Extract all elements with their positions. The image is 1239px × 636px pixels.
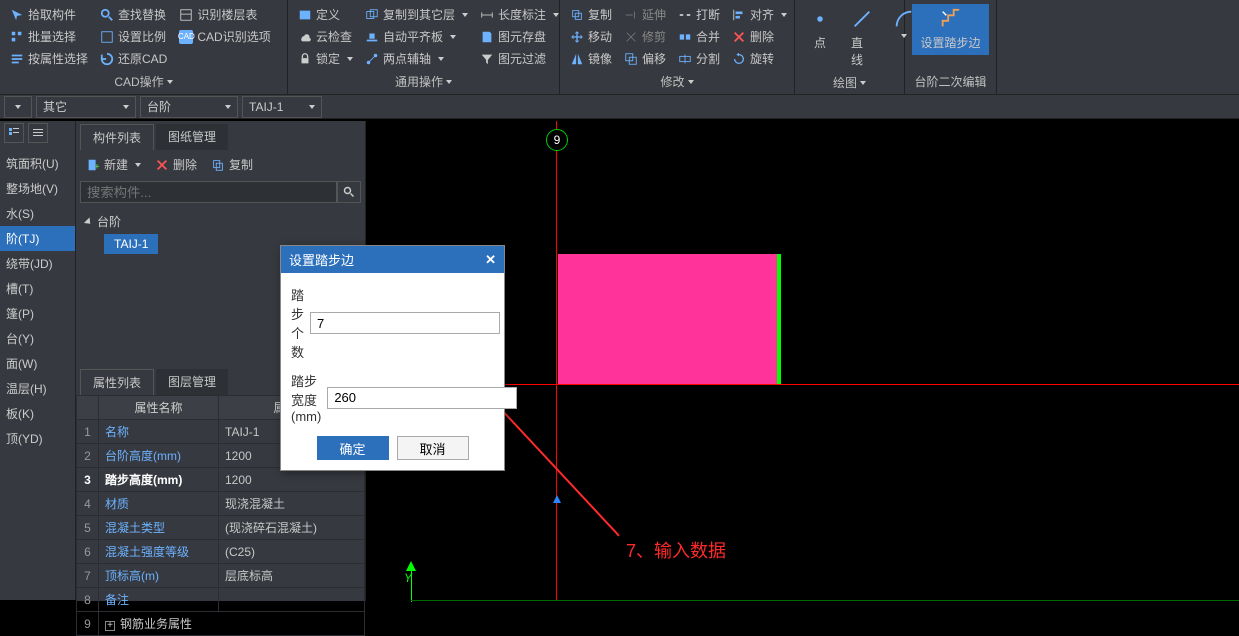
- step-width-label: 踏步宽度(mm): [291, 371, 321, 424]
- dimlen-btn[interactable]: 长度标注: [476, 4, 563, 25]
- move-btn[interactable]: 移动: [566, 26, 616, 47]
- y-label: Y: [404, 571, 412, 585]
- comp-new-btn[interactable]: 新建: [82, 154, 145, 175]
- category-bar: 其它 台阶 TAIJ-1: [0, 95, 1239, 119]
- group-general-label: 通用操作: [395, 73, 443, 90]
- dialog-title-text: 设置踏步边: [289, 250, 354, 269]
- group-modify-label: 修改: [660, 73, 684, 90]
- step-width-input[interactable]: [327, 387, 517, 409]
- rail-item[interactable]: 篷(P): [0, 301, 75, 326]
- byprop-btn[interactable]: 按属性选择: [6, 48, 92, 69]
- split-btn[interactable]: 分割: [674, 48, 724, 69]
- delete-btn[interactable]: 删除: [728, 26, 791, 47]
- pick-btn[interactable]: 拾取构件: [6, 4, 92, 25]
- rail-item[interactable]: 顶(YD): [0, 426, 75, 451]
- combo-type[interactable]: 台阶: [140, 96, 238, 118]
- step-count-label: 踏步个数: [291, 285, 304, 361]
- recog-btn[interactable]: 识别楼层表: [175, 4, 274, 25]
- rail-items: 筑面积(U) 整场地(V) 水(S) 阶(TJ) 绕带(JD) 槽(T) 篷(P…: [0, 151, 75, 451]
- prop-row[interactable]: 7顶标高(m)层底标高: [77, 564, 365, 588]
- left-category-rail: 筑面积(U) 整场地(V) 水(S) 阶(TJ) 绕带(JD) 槽(T) 篷(P…: [0, 121, 76, 600]
- scale-btn[interactable]: 设置比例: [96, 26, 171, 47]
- prop-row[interactable]: 5混凝土类型(现浇碎石混凝土): [77, 516, 365, 540]
- cursor-indicator: [553, 492, 561, 500]
- copyfloor-btn[interactable]: 复制到其它层: [361, 4, 472, 25]
- ribbon: 拾取构件 批量选择 按属性选择 查找替换 设置比例 还原CAD 识别楼层表 CA…: [0, 0, 1239, 95]
- find-btn[interactable]: 查找替换: [96, 4, 171, 25]
- rotate-btn[interactable]: 旋转: [728, 48, 791, 69]
- dialog-close-btn[interactable]: ✕: [485, 252, 496, 268]
- step-shape[interactable]: [558, 254, 781, 384]
- cloud-btn[interactable]: 云检查: [294, 26, 357, 47]
- axis-9-line: [556, 121, 557, 601]
- offset-btn[interactable]: 偏移: [620, 48, 670, 69]
- prop-row[interactable]: 4材质现浇混凝土: [77, 492, 365, 516]
- filterimg-btn[interactable]: 图元过滤: [476, 48, 563, 69]
- prop-row[interactable]: 6混凝土强度等级(C25): [77, 540, 365, 564]
- cadopt-btn[interactable]: CADCAD识别选项: [175, 26, 274, 47]
- tree-child-selected[interactable]: TAIJ-1: [104, 234, 158, 254]
- annotation-text: 7、输入数据: [626, 537, 726, 563]
- define-btn[interactable]: 定义: [294, 4, 357, 25]
- rail-item[interactable]: 面(W): [0, 351, 75, 376]
- y-arrow-icon: [406, 561, 416, 571]
- twopoint-btn[interactable]: 两点辅轴: [361, 48, 472, 69]
- rail-item[interactable]: 板(K): [0, 401, 75, 426]
- comp-del-btn[interactable]: 删除: [151, 154, 201, 175]
- group-step2-label: 台阶二次编辑: [914, 73, 986, 90]
- prop-row[interactable]: 3踏步高度(mm)1200: [77, 468, 365, 492]
- merge-btn[interactable]: 合并: [674, 26, 724, 47]
- mirror-btn[interactable]: 镜像: [566, 48, 616, 69]
- step-count-input[interactable]: [310, 312, 500, 334]
- lock-btn[interactable]: 锁定: [294, 48, 357, 69]
- rail-item[interactable]: 台(Y): [0, 326, 75, 351]
- autoalign-btn[interactable]: 自动平齐板: [361, 26, 472, 47]
- rail-item[interactable]: 整场地(V): [0, 176, 75, 201]
- tab-drawing-manage[interactable]: 图纸管理: [156, 124, 228, 150]
- comp-search-btn[interactable]: [337, 181, 361, 203]
- dialog-titlebar[interactable]: 设置踏步边 ✕: [281, 246, 504, 273]
- trim-btn[interactable]: 修剪: [620, 26, 670, 47]
- prop-row[interactable]: 8备注: [77, 588, 365, 612]
- line-btn[interactable]: 直线: [843, 4, 881, 72]
- rail-item[interactable]: 温层(H): [0, 376, 75, 401]
- break-btn[interactable]: 打断: [674, 4, 724, 25]
- marker-9: 9: [546, 129, 568, 151]
- restore-btn[interactable]: 还原CAD: [96, 48, 171, 69]
- point-btn[interactable]: 点: [801, 4, 839, 55]
- tab-property-list[interactable]: 属性列表: [80, 369, 154, 395]
- combo-category[interactable]: 其它: [36, 96, 136, 118]
- rail-item-active[interactable]: 阶(TJ): [0, 226, 75, 251]
- prop-row-expand[interactable]: 9+钢筋业务属性: [77, 612, 365, 636]
- rail-viewmode-1[interactable]: [4, 123, 24, 143]
- tab-component-list[interactable]: 构件列表: [80, 124, 154, 150]
- saveimg-btn[interactable]: 图元存盘: [476, 26, 563, 47]
- tab-layer-manage[interactable]: 图层管理: [156, 369, 228, 395]
- comp-search-input[interactable]: [80, 181, 337, 203]
- tree-root[interactable]: 台阶: [86, 211, 355, 232]
- extend-btn[interactable]: 延伸: [620, 4, 670, 25]
- align-btn[interactable]: 对齐: [728, 4, 791, 25]
- step-settings-dialog: 设置踏步边 ✕ 踏步个数 踏步宽度(mm) 确定 取消: [280, 245, 505, 471]
- group-cad-label: CAD操作: [114, 73, 163, 90]
- col-propname: 属性名称: [99, 396, 219, 420]
- stepedge-btn[interactable]: 设置踏步边: [912, 4, 988, 55]
- dialog-cancel-btn[interactable]: 取消: [397, 436, 469, 460]
- combo-item[interactable]: TAIJ-1: [242, 96, 322, 118]
- rail-viewmode-2[interactable]: [28, 123, 48, 143]
- rail-item[interactable]: 筑面积(U): [0, 151, 75, 176]
- rail-item[interactable]: 槽(T): [0, 276, 75, 301]
- batch-btn[interactable]: 批量选择: [6, 26, 92, 47]
- comp-dup-btn[interactable]: 复制: [207, 154, 257, 175]
- dialog-ok-btn[interactable]: 确定: [317, 436, 389, 460]
- copy-btn[interactable]: 复制: [566, 4, 616, 25]
- rail-item[interactable]: 水(S): [0, 201, 75, 226]
- catbar-dd[interactable]: [4, 96, 32, 118]
- rail-item[interactable]: 绕带(JD): [0, 251, 75, 276]
- group-draw-label: 绘图: [833, 74, 857, 91]
